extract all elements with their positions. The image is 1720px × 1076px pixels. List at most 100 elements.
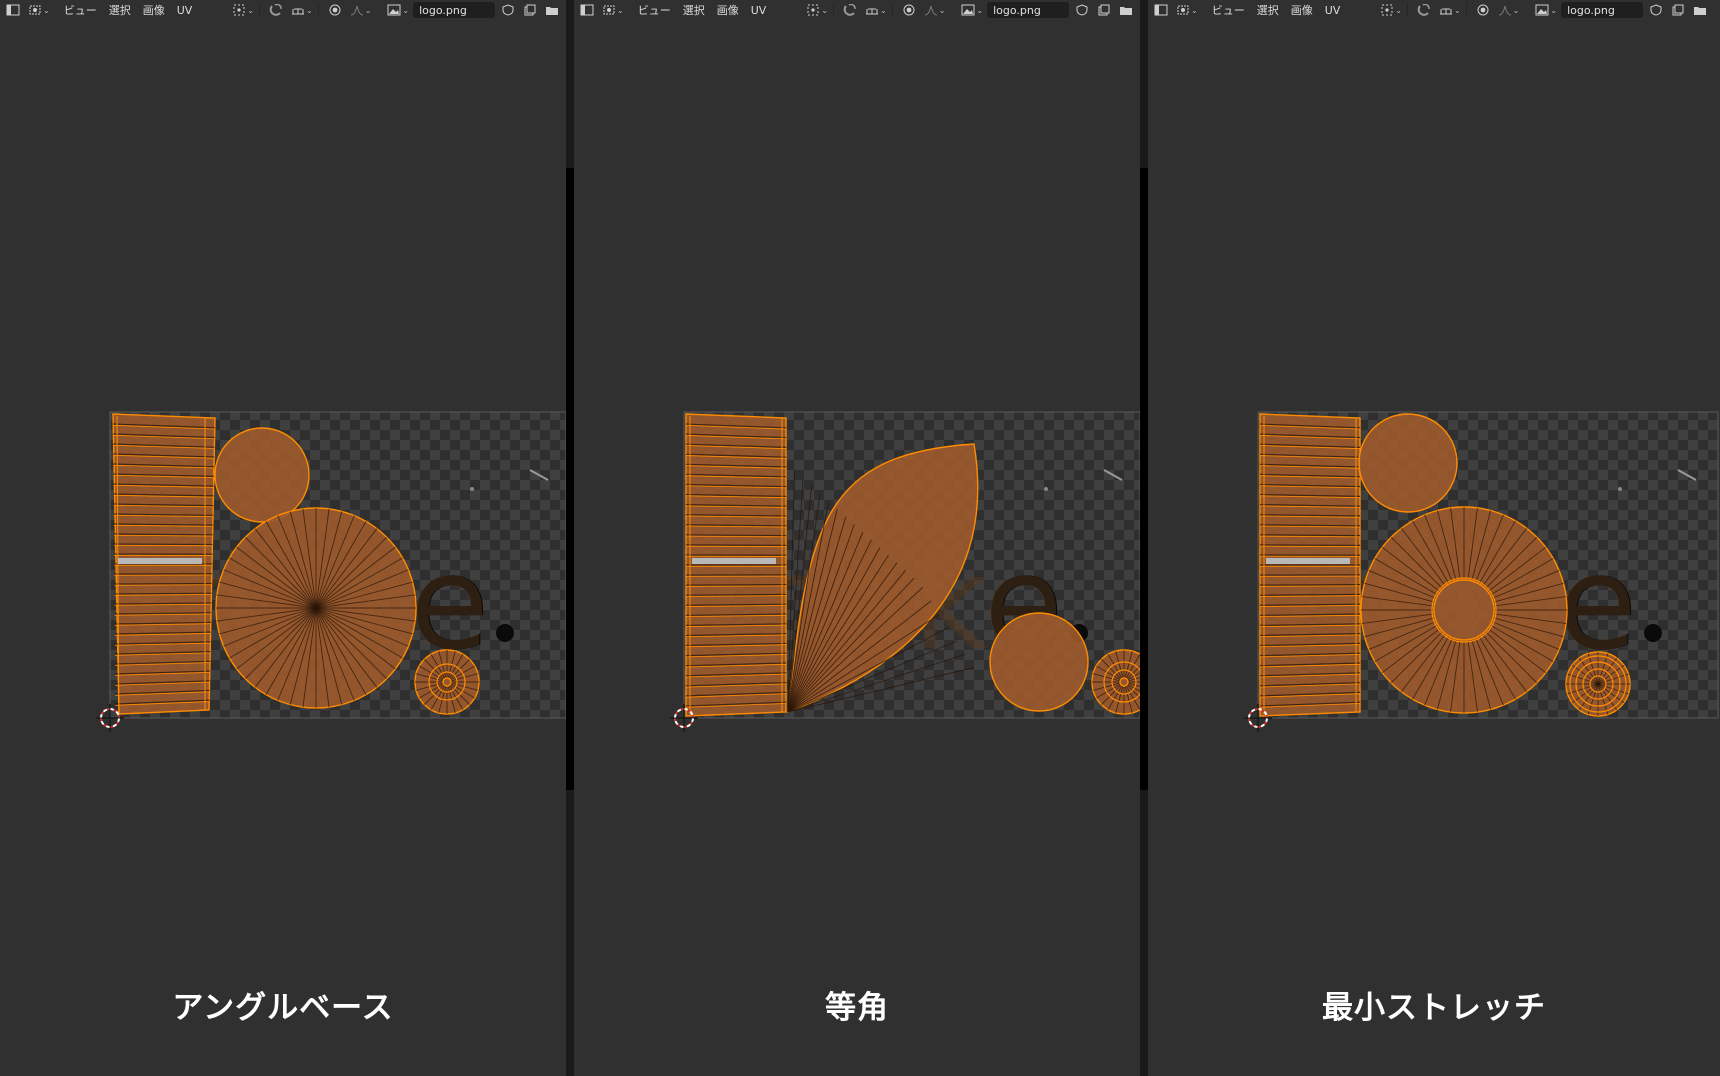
uv-editor-panel-1: ⌄ ビュー 選択 画像 UV ⌄ ⌄ ⌄ ⌄ logo.png emake アン… xyxy=(0,0,566,1076)
uv-select-mode-icon xyxy=(29,5,41,15)
snap-toggle[interactable] xyxy=(267,2,285,18)
proportional-edit-toggle[interactable] xyxy=(326,2,344,18)
menu-view[interactable]: ビュー xyxy=(638,2,671,18)
snap-target-dropdown[interactable]: ⌄ xyxy=(1437,2,1463,18)
chevron-down-icon: ⌄ xyxy=(617,5,624,15)
falloff-dropdown[interactable]: ⌄ xyxy=(922,2,948,18)
uv-editor-panel-3: ⌄ ビュー 選択 画像 UV ⌄ ⌄ ⌄ ⌄ logo.png emake 最小… xyxy=(1148,0,1720,1076)
fake-user-button[interactable] xyxy=(1073,2,1091,18)
fake-user-button[interactable] xyxy=(1647,2,1665,18)
open-image-button[interactable] xyxy=(1691,2,1709,18)
divider-shadow xyxy=(1140,168,1148,790)
browse-image-icon xyxy=(387,4,401,16)
image-name-field[interactable]: logo.png xyxy=(1561,2,1644,18)
uv-canvas[interactable]: emake xyxy=(574,20,1140,1076)
falloff-dropdown[interactable]: ⌄ xyxy=(348,2,374,18)
uv-viewport[interactable]: emake xyxy=(574,20,1140,1076)
snap-target-icon xyxy=(291,8,304,15)
new-image-button[interactable] xyxy=(521,2,539,18)
method-caption: アングルベース xyxy=(172,990,394,1026)
editor-type-button[interactable] xyxy=(4,2,22,18)
divider xyxy=(317,3,319,17)
pivot-point-icon xyxy=(807,4,819,16)
editor-type-button[interactable] xyxy=(1152,2,1170,18)
uv-edge xyxy=(1259,544,1361,547)
chevron-down-icon: ⌄ xyxy=(1550,5,1558,15)
menu-uv[interactable]: UV xyxy=(177,4,193,17)
uv-edge xyxy=(1259,583,1361,586)
falloff-curve-icon xyxy=(350,5,363,16)
uv-viewport[interactable]: emake xyxy=(0,20,566,1076)
snap-toggle[interactable] xyxy=(1415,2,1433,18)
falloff-curve-icon xyxy=(924,5,937,16)
fake-user-button[interactable] xyxy=(499,2,517,18)
pivot-point-dropdown[interactable]: ⌄ xyxy=(1378,2,1404,18)
menu-select[interactable]: 選択 xyxy=(683,2,705,18)
texture-mark xyxy=(1044,487,1048,491)
uv-canvas[interactable]: emake xyxy=(0,20,566,1076)
uv-edge xyxy=(1259,534,1361,537)
divider xyxy=(891,3,893,17)
uv-editor-panel-2: ⌄ ビュー 選択 画像 UV ⌄ ⌄ ⌄ ⌄ logo.png emake 等角 xyxy=(574,0,1140,1076)
uv-island-disk xyxy=(215,507,417,709)
image-name-field[interactable]: logo.png xyxy=(987,2,1070,18)
uv-edge xyxy=(113,533,213,536)
proportional-edit-toggle[interactable] xyxy=(1474,2,1492,18)
image-editor-icon xyxy=(580,4,594,16)
proportional-edit-icon xyxy=(329,4,341,16)
new-image-button[interactable] xyxy=(1095,2,1113,18)
open-folder-icon xyxy=(1120,7,1133,15)
mode-dropdown[interactable]: ⌄ xyxy=(26,2,52,18)
proportional-edit-icon xyxy=(903,4,915,16)
menu-view[interactable]: ビュー xyxy=(1212,2,1245,18)
divider xyxy=(1406,3,1408,17)
uv-island-disk xyxy=(414,649,480,715)
area-divider[interactable] xyxy=(1140,0,1148,1076)
pivot-point-dropdown[interactable]: ⌄ xyxy=(230,2,256,18)
uv-viewport[interactable]: emake xyxy=(1148,20,1720,1076)
texture-mark xyxy=(1618,487,1622,491)
uv-select-mode-icon xyxy=(603,5,615,15)
uv-island-disk xyxy=(1565,651,1631,717)
area-divider[interactable] xyxy=(566,0,574,1076)
logo-dot xyxy=(496,624,514,642)
uv-edge xyxy=(114,544,213,547)
uv-edge xyxy=(685,545,787,548)
menu-uv[interactable]: UV xyxy=(751,4,767,17)
open-folder-icon xyxy=(546,7,559,15)
browse-image-dropdown[interactable]: ⌄ xyxy=(959,2,985,18)
snap-target-dropdown[interactable]: ⌄ xyxy=(863,2,889,18)
menu-view[interactable]: ビュー xyxy=(64,2,97,18)
uv-edge xyxy=(685,583,787,586)
menu-select[interactable]: 選択 xyxy=(109,2,131,18)
uv-edge xyxy=(1259,593,1361,596)
menu-select[interactable]: 選択 xyxy=(1257,2,1279,18)
browse-image-dropdown[interactable]: ⌄ xyxy=(385,2,411,18)
chevron-down-icon: ⌄ xyxy=(1512,5,1520,15)
menu-image[interactable]: 画像 xyxy=(1291,2,1313,18)
snap-toggle[interactable] xyxy=(841,2,859,18)
mode-dropdown[interactable]: ⌄ xyxy=(1174,2,1200,18)
chevron-down-icon: ⌄ xyxy=(247,5,254,15)
proportional-edit-toggle[interactable] xyxy=(900,2,918,18)
menu-image[interactable]: 画像 xyxy=(143,2,165,18)
uv-edge xyxy=(685,544,787,547)
browse-image-icon xyxy=(1535,4,1549,16)
image-editor-icon xyxy=(6,4,20,16)
fake-user-shield-icon xyxy=(1076,4,1088,16)
browse-image-dropdown[interactable]: ⌄ xyxy=(1533,2,1559,18)
fake-user-shield-icon xyxy=(1650,4,1662,16)
editor-type-button[interactable] xyxy=(578,2,596,18)
method-caption: 最小ストレッチ xyxy=(1322,990,1546,1026)
menu-image[interactable]: 画像 xyxy=(717,2,739,18)
mode-dropdown[interactable]: ⌄ xyxy=(600,2,626,18)
new-image-button[interactable] xyxy=(1669,2,1687,18)
uv-canvas[interactable]: emake xyxy=(1148,20,1720,1076)
open-image-button[interactable] xyxy=(543,2,561,18)
pivot-point-dropdown[interactable]: ⌄ xyxy=(804,2,830,18)
menu-uv[interactable]: UV xyxy=(1325,4,1341,17)
open-image-button[interactable] xyxy=(1117,2,1135,18)
image-name-field[interactable]: logo.png xyxy=(413,2,496,18)
snap-target-dropdown[interactable]: ⌄ xyxy=(289,2,315,18)
falloff-dropdown[interactable]: ⌄ xyxy=(1496,2,1522,18)
